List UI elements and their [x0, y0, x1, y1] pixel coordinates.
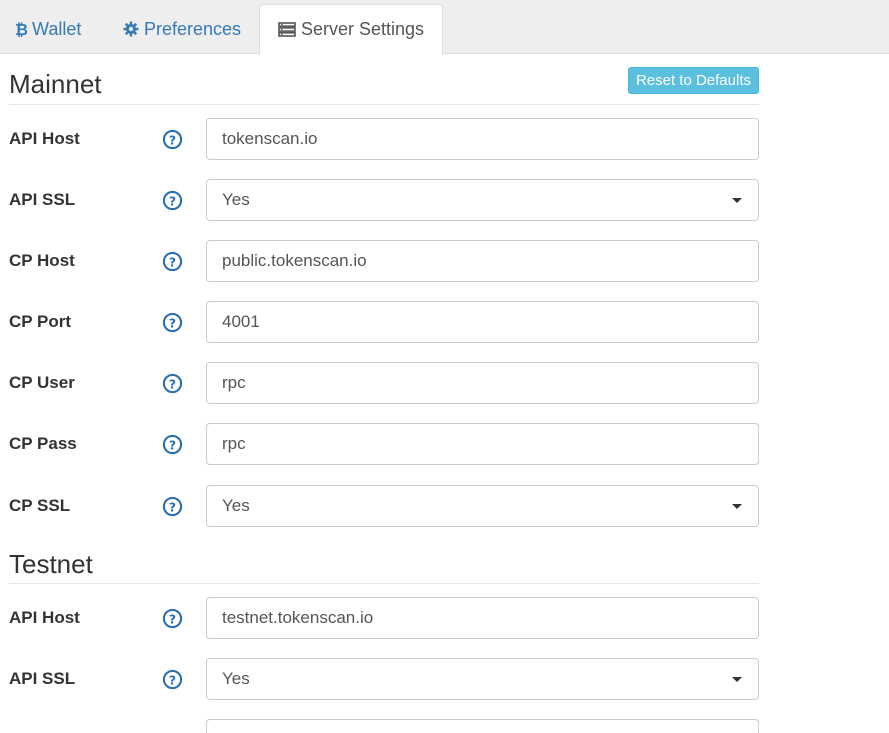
- testnet-api-host-input[interactable]: [206, 597, 759, 639]
- svg-text:?: ?: [169, 437, 176, 452]
- form-row-testnet-cp-host-partial: [0, 719, 889, 733]
- form-row-mainnet-api-ssl: API SSL ? Yes: [0, 179, 889, 221]
- tab-label: Server Settings: [301, 19, 425, 39]
- tab-preferences[interactable]: Preferences: [123, 4, 241, 54]
- form-row-testnet-api-ssl: API SSL ? Yes: [0, 658, 889, 700]
- server-icon: [278, 22, 296, 37]
- tab-label: Wallet: [32, 18, 82, 39]
- field-label: API Host: [9, 129, 80, 148]
- mainnet-header: Mainnet Reset to Defaults: [9, 54, 759, 105]
- question-circle-icon[interactable]: ?: [162, 434, 183, 455]
- svg-text:?: ?: [169, 193, 176, 208]
- mainnet-cp-ssl-select[interactable]: Yes: [206, 485, 759, 527]
- field-label: CP Port: [9, 312, 72, 331]
- field-label: CP Host: [9, 251, 75, 270]
- tab-label: Preferences: [144, 18, 242, 39]
- svg-text:₿: ₿: [15, 21, 27, 37]
- caret-down-icon: [732, 677, 742, 682]
- form-row-mainnet-cp-user: CP User ?: [0, 362, 889, 404]
- caret-down-icon: [732, 198, 742, 203]
- svg-text:?: ?: [169, 315, 176, 330]
- tab-bar: ₿ Wallet Preferences Server Settings: [0, 0, 889, 55]
- testnet-api-ssl-select[interactable]: Yes: [206, 658, 759, 700]
- question-circle-icon[interactable]: ?: [162, 373, 183, 394]
- svg-text:?: ?: [169, 376, 176, 391]
- mainnet-cp-port-input[interactable]: [206, 301, 759, 343]
- select-value: Yes: [222, 669, 250, 688]
- form-row-mainnet-cp-ssl: CP SSL ? Yes: [0, 485, 889, 527]
- gear-icon: [123, 21, 139, 37]
- field-label: API SSL: [9, 190, 76, 209]
- testnet-cp-host-input[interactable]: [206, 719, 759, 733]
- form-row-mainnet-cp-pass: CP Pass ?: [0, 423, 889, 465]
- question-circle-icon[interactable]: ?: [162, 312, 183, 333]
- question-circle-icon[interactable]: ?: [162, 496, 183, 517]
- svg-text:?: ?: [169, 499, 176, 514]
- caret-down-icon: [732, 504, 742, 509]
- form-row-testnet-api-host: API Host ?: [0, 597, 889, 639]
- server-settings-panel: Mainnet Reset to Defaults API Host ? API…: [0, 54, 889, 733]
- form-row-mainnet-cp-host: CP Host ?: [0, 240, 889, 282]
- question-circle-icon[interactable]: ?: [162, 669, 183, 690]
- mainnet-cp-host-input[interactable]: [206, 240, 759, 282]
- tab-server-settings[interactable]: Server Settings: [259, 4, 444, 55]
- reset-to-defaults-button[interactable]: Reset to Defaults: [627, 67, 759, 94]
- form-row-mainnet-api-host: API Host ?: [0, 118, 889, 160]
- field-label: CP User: [9, 373, 75, 392]
- field-label: API SSL: [9, 669, 76, 688]
- field-label: API Host: [9, 608, 80, 627]
- testnet-header: Testnet: [9, 544, 759, 584]
- select-value: Yes: [222, 190, 250, 209]
- section-title-testnet: Testnet: [9, 549, 93, 579]
- section-title-mainnet: Mainnet: [9, 69, 102, 99]
- mainnet-api-ssl-select[interactable]: Yes: [206, 179, 759, 221]
- field-label: CP SSL: [9, 496, 71, 515]
- form-row-mainnet-cp-port: CP Port ?: [0, 301, 889, 343]
- bitcoin-icon: ₿: [15, 21, 27, 37]
- svg-text:?: ?: [169, 254, 176, 269]
- select-value: Yes: [222, 496, 250, 515]
- svg-text:?: ?: [169, 611, 176, 626]
- svg-text:?: ?: [169, 132, 176, 147]
- question-circle-icon[interactable]: ?: [162, 251, 183, 272]
- mainnet-api-host-input[interactable]: [206, 118, 759, 160]
- mainnet-cp-user-input[interactable]: [206, 362, 759, 404]
- svg-text:?: ?: [169, 672, 176, 687]
- question-circle-icon[interactable]: ?: [162, 608, 183, 629]
- field-label: CP Pass: [9, 434, 77, 453]
- question-circle-icon[interactable]: ?: [162, 129, 183, 150]
- mainnet-cp-pass-input[interactable]: [206, 423, 759, 465]
- question-circle-icon[interactable]: ?: [162, 190, 183, 211]
- tab-wallet[interactable]: ₿ Wallet: [15, 4, 81, 54]
